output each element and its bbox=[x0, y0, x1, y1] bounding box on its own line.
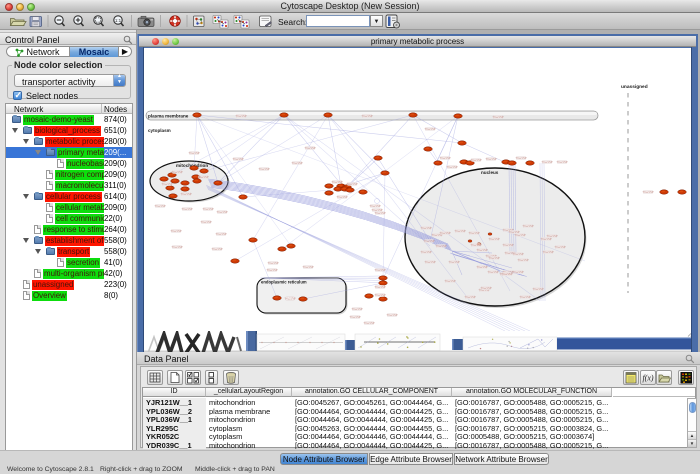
svg-text:unassigned: unassigned bbox=[621, 84, 648, 90]
svg-text:YKL217W: YKL217W bbox=[337, 196, 349, 199]
svg-text:YKL217W: YKL217W bbox=[267, 269, 279, 272]
svg-text:YKL217W: YKL217W bbox=[189, 152, 201, 155]
svg-text:YKL217W: YKL217W bbox=[236, 115, 248, 118]
svg-text:YKL217W: YKL217W bbox=[516, 157, 528, 160]
svg-text:YKL217W: YKL217W bbox=[424, 240, 436, 243]
svg-text:YKL217W: YKL217W bbox=[364, 322, 376, 325]
svg-text:YKL217W: YKL217W bbox=[217, 211, 229, 214]
svg-text:YKL217W: YKL217W bbox=[285, 297, 297, 300]
svg-text:YKL217W: YKL217W bbox=[477, 266, 489, 269]
svg-text:YKL217W: YKL217W bbox=[425, 128, 437, 131]
svg-text:YKL217W: YKL217W bbox=[352, 308, 364, 311]
svg-text:YKL217W: YKL217W bbox=[447, 166, 459, 169]
svg-text:YKL217W: YKL217W bbox=[481, 287, 493, 290]
svg-text:YKL217W: YKL217W bbox=[375, 294, 387, 297]
svg-text:YKL217W: YKL217W bbox=[162, 183, 174, 186]
svg-text:YKL217W: YKL217W bbox=[425, 261, 437, 264]
svg-text:YKL217W: YKL217W bbox=[305, 147, 317, 150]
svg-text:YKL217W: YKL217W bbox=[171, 230, 183, 233]
svg-text:YKL217W: YKL217W bbox=[513, 253, 525, 256]
svg-text:YKL217W: YKL217W bbox=[518, 259, 530, 262]
svg-text:YKL217W: YKL217W bbox=[465, 296, 477, 299]
svg-text:YKL217W: YKL217W bbox=[471, 244, 483, 247]
svg-text:YKL217W: YKL217W bbox=[541, 238, 553, 241]
svg-text:YKL217W: YKL217W bbox=[181, 193, 193, 196]
svg-text:YKL217W: YKL217W bbox=[449, 261, 461, 264]
svg-text:f(x): f(x) bbox=[642, 374, 653, 383]
svg-text:YKL217W: YKL217W bbox=[513, 271, 525, 274]
svg-text:YKL217W: YKL217W bbox=[488, 271, 500, 274]
svg-text:YKL217W: YKL217W bbox=[203, 208, 215, 211]
svg-text:YKL217W: YKL217W bbox=[440, 232, 452, 235]
svg-text:YKL217W: YKL217W bbox=[303, 266, 315, 269]
svg-text:YKL217W: YKL217W bbox=[172, 171, 184, 174]
svg-text:YKL217W: YKL217W bbox=[489, 238, 501, 241]
svg-text:YKL217W: YKL217W bbox=[502, 273, 514, 276]
svg-text:nucleus: nucleus bbox=[481, 170, 499, 175]
svg-text:YKL217W: YKL217W bbox=[493, 116, 505, 119]
svg-text:YKL217W: YKL217W bbox=[643, 191, 655, 194]
svg-text:YKL217W: YKL217W bbox=[370, 205, 382, 208]
svg-text:YKL217W: YKL217W bbox=[523, 225, 535, 228]
svg-text:YKL217W: YKL217W bbox=[155, 205, 167, 208]
svg-text:YKL217W: YKL217W bbox=[387, 314, 399, 317]
svg-text:YKL217W: YKL217W bbox=[421, 227, 433, 230]
svg-text:YKL217W: YKL217W bbox=[455, 230, 467, 233]
svg-text:YKL217W: YKL217W bbox=[182, 208, 194, 211]
svg-text:YKL217W: YKL217W bbox=[216, 233, 228, 236]
svg-text:YKL217W: YKL217W bbox=[515, 234, 527, 237]
svg-text:YKL217W: YKL217W bbox=[445, 280, 457, 283]
svg-text:YKL217W: YKL217W bbox=[533, 288, 545, 291]
svg-text:YKL217W: YKL217W bbox=[362, 115, 374, 118]
svg-text:YKL217W: YKL217W bbox=[268, 262, 280, 265]
svg-text:YKL217W: YKL217W bbox=[557, 161, 569, 164]
svg-text:YKL217W: YKL217W bbox=[503, 244, 515, 247]
svg-text:YKL217W: YKL217W bbox=[471, 159, 483, 162]
svg-text:YKL217W: YKL217W bbox=[440, 157, 452, 160]
svg-text:YKL217W: YKL217W bbox=[436, 245, 448, 248]
svg-text:endoplasmic reticulum: endoplasmic reticulum bbox=[261, 280, 307, 285]
svg-text:1:1: 1:1 bbox=[115, 18, 122, 23]
svg-text:YKL217W: YKL217W bbox=[375, 269, 387, 272]
svg-text:YKL217W: YKL217W bbox=[543, 251, 555, 254]
svg-text:YKL217W: YKL217W bbox=[555, 246, 567, 249]
svg-text:cytoplasm: cytoplasm bbox=[148, 128, 171, 133]
svg-text:YKL217W: YKL217W bbox=[259, 168, 271, 171]
svg-text:YKL217W: YKL217W bbox=[489, 257, 501, 260]
svg-text:YKL217W: YKL217W bbox=[233, 158, 245, 161]
svg-text:YKL217W: YKL217W bbox=[375, 286, 387, 289]
svg-text:YKL217W: YKL217W bbox=[520, 296, 532, 299]
svg-text:YKL217W: YKL217W bbox=[172, 246, 184, 249]
svg-text:YKL217W: YKL217W bbox=[375, 212, 387, 215]
svg-text:YKL217W: YKL217W bbox=[350, 316, 362, 319]
svg-text:YKL217W: YKL217W bbox=[347, 183, 359, 186]
svg-text:YKL217W: YKL217W bbox=[332, 181, 344, 184]
svg-text:YKL217W: YKL217W bbox=[212, 248, 224, 251]
svg-text:YKL217W: YKL217W bbox=[292, 162, 304, 165]
svg-text:YKL217W: YKL217W bbox=[198, 176, 210, 179]
svg-text:YKL217W: YKL217W bbox=[421, 251, 433, 254]
svg-text:YKL217W: YKL217W bbox=[477, 249, 489, 252]
svg-text:plasma membrane: plasma membrane bbox=[148, 114, 189, 119]
svg-text:YKL217W: YKL217W bbox=[542, 161, 554, 164]
svg-text:YKL217W: YKL217W bbox=[201, 221, 213, 224]
svg-text:YKL217W: YKL217W bbox=[486, 158, 498, 161]
svg-text:YKL217W: YKL217W bbox=[469, 232, 481, 235]
